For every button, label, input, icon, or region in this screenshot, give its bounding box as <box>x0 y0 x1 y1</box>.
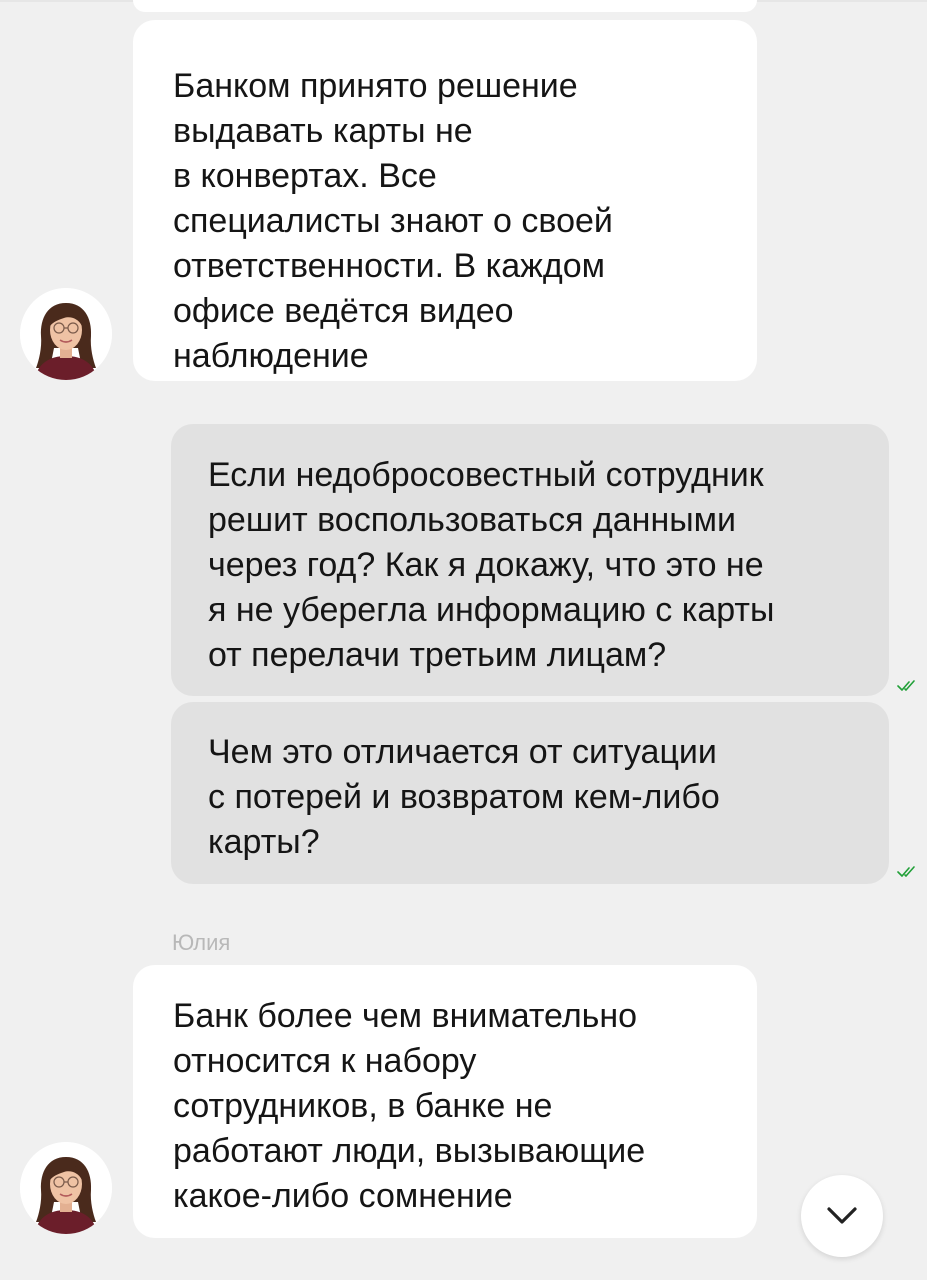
incoming-message-bubble[interactable]: Банком принято решение выдавать карты не… <box>133 20 757 381</box>
chevron-down-icon <box>827 1207 857 1224</box>
operator-avatar[interactable] <box>20 1142 112 1234</box>
operator-avatar[interactable] <box>20 288 112 380</box>
incoming-message-bubble[interactable]: Банк более чем внимательно относится к н… <box>133 965 757 1238</box>
double-check-icon <box>897 680 915 691</box>
previous-message-bubble <box>133 0 757 12</box>
outgoing-message-bubble[interactable]: Чем это отличается от ситуации с потерей… <box>171 702 889 884</box>
avatar-photo-icon <box>20 1142 112 1234</box>
avatar-photo-icon <box>20 288 112 380</box>
outgoing-message-bubble[interactable]: Если недобросовестный сотрудник решит во… <box>171 424 889 696</box>
double-check-icon <box>897 866 915 877</box>
sender-name: Юлия <box>172 930 231 955</box>
scroll-to-bottom-button[interactable] <box>801 1175 883 1257</box>
